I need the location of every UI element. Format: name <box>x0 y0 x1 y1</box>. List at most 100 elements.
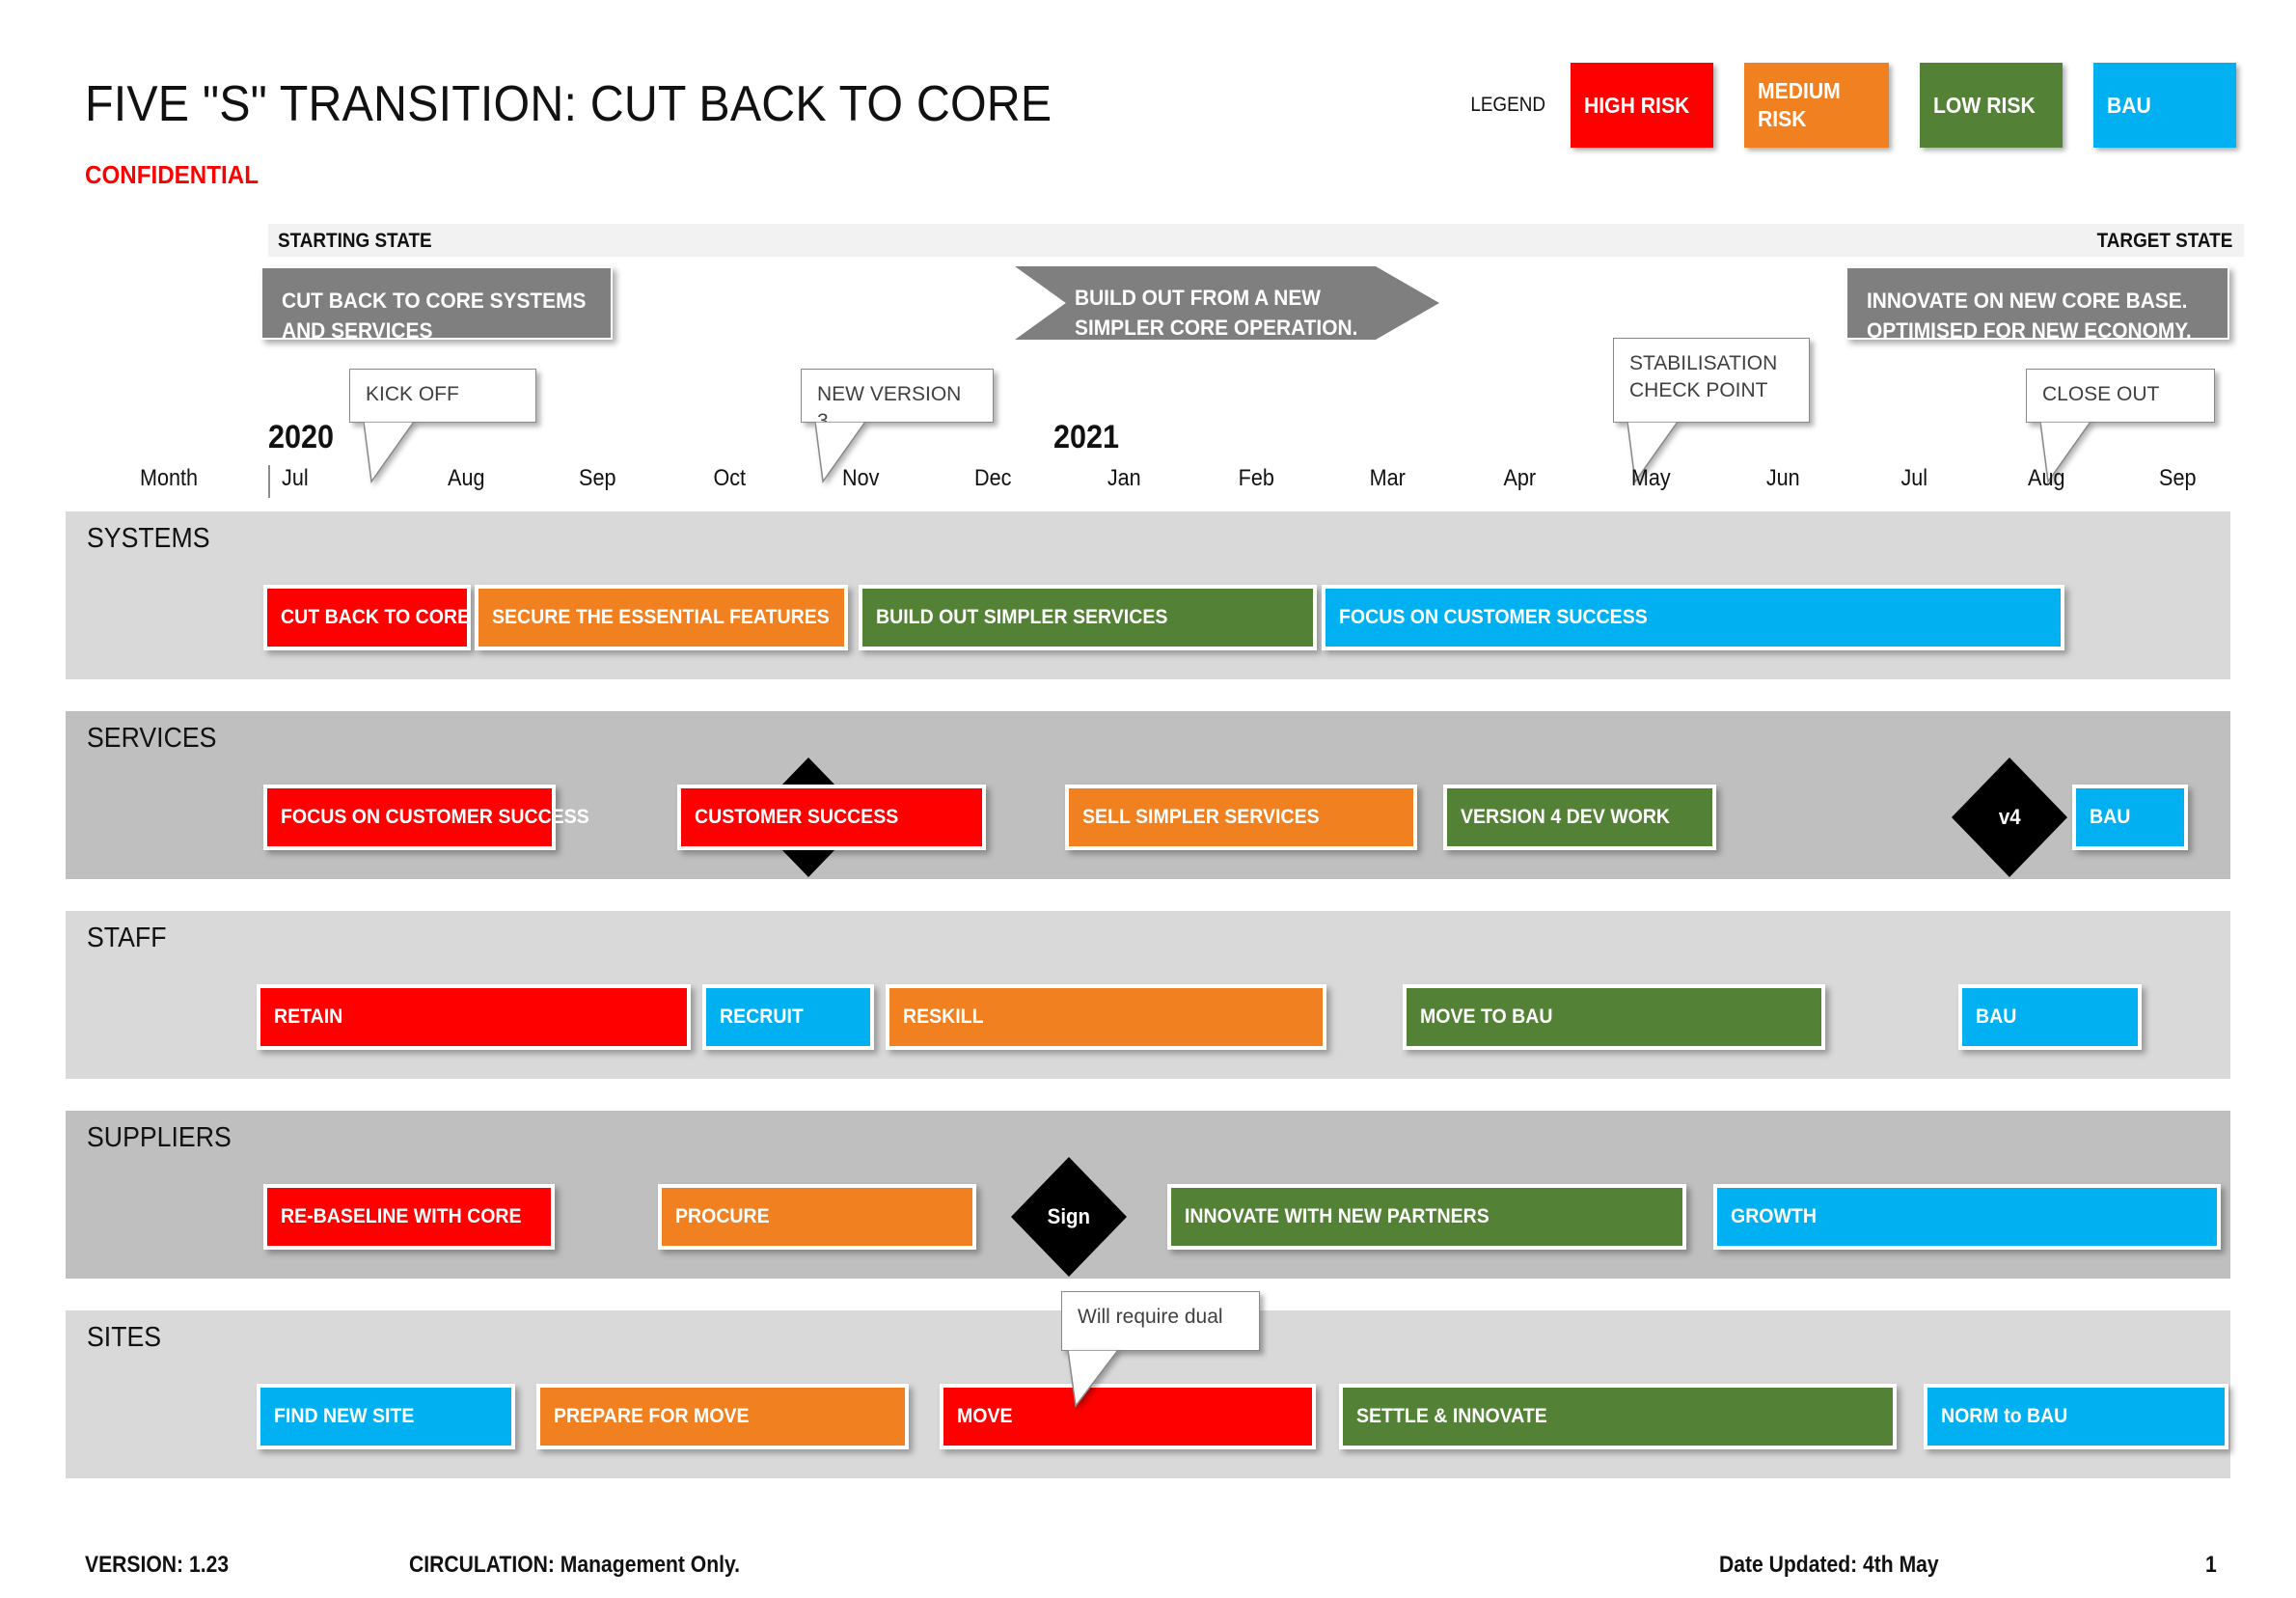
task-bar[interactable]: RE-BASELINE WITH CORE <box>263 1184 555 1250</box>
task-bar[interactable]: CUT BACK TO CORE <box>263 585 471 650</box>
axis-month-label: Sep <box>2159 465 2197 491</box>
axis-month-label: Aug <box>447 465 485 491</box>
legend-chip-label: BAU <box>2107 92 2152 118</box>
phase-line-2: OPTIMISED FOR NEW ECONOMY. <box>1867 318 2192 344</box>
milestone-diamond-sign[interactable]: Sign <box>1011 1157 1127 1277</box>
phase-box-innovate[interactable]: INNOVATE ON NEW CORE BASE. OPTIMISED FOR… <box>1845 266 2229 343</box>
task-bar[interactable]: BAU <box>1958 984 2142 1050</box>
phase-box-cut-back[interactable]: CUT BACK TO CORE SYSTEMS AND SERVICES <box>260 266 613 343</box>
swimlane-label: SUPPLIERS <box>87 1122 232 1153</box>
task-bar[interactable]: RETAIN <box>257 984 691 1050</box>
task-bar-label: MOVE <box>957 1405 1013 1427</box>
axis-row-label: Month <box>140 465 199 491</box>
task-bar-label: CUSTOMER SUCCESS <box>695 806 899 828</box>
legend-chip-bau[interactable]: BAU <box>2093 63 2237 148</box>
task-bar[interactable]: INNOVATE WITH NEW PARTNERS <box>1167 1184 1686 1250</box>
task-bar-label: RE-BASELINE WITH CORE <box>281 1205 522 1227</box>
legend-label: LEGEND <box>1470 94 1546 116</box>
task-bar[interactable]: CUSTOMER SUCCESS <box>677 785 986 850</box>
task-bar-label: VERSION 4 DEV WORK <box>1461 806 1671 828</box>
axis-month-label: Nov <box>842 465 880 491</box>
axis-month-label: Mar <box>1369 465 1407 491</box>
legend-chip-medium-risk[interactable]: MEDIUM RISK <box>1744 63 1890 148</box>
task-bar[interactable]: SELL SIMPLER SERVICES <box>1065 785 1417 850</box>
task-bar-label: CUT BACK TO CORE <box>281 606 471 628</box>
task-bar-label: SETTLE & INNOVATE <box>1356 1405 1547 1427</box>
swimlane-services: SERVICES FOCUS ON CUSTOMER SUCCESS v3 CU… <box>66 711 2230 879</box>
phase-line-1: CUT BACK TO CORE SYSTEMS <box>282 289 587 313</box>
state-band <box>268 224 2244 257</box>
swimlane-label: SERVICES <box>87 723 217 754</box>
callout-kick-off[interactable]: KICK OFF <box>349 369 536 483</box>
task-bar[interactable]: GROWTH <box>1713 1184 2221 1250</box>
confidentiality-label: CONFIDENTIAL <box>85 160 259 189</box>
axis-month-label: Feb <box>1238 465 1274 491</box>
footer-circulation: CIRCULATION: Management Only. <box>409 1552 741 1578</box>
task-bar-label: PROCURE <box>675 1205 770 1227</box>
axis-year-2020: 2020 <box>268 419 335 455</box>
task-bar-label: RETAIN <box>274 1006 343 1028</box>
legend-chip-label: LOW RISK <box>1933 92 2036 118</box>
legend-chip-high-risk[interactable]: HIGH RISK <box>1571 63 1714 148</box>
swimlane-label: STAFF <box>87 923 167 953</box>
legend-chip-low-risk[interactable]: LOW RISK <box>1920 63 2064 148</box>
task-bar-label: BAU <box>2090 806 2131 828</box>
callout-stabilisation-check-point[interactable]: STABILISATION CHECK POINT <box>1613 338 1810 483</box>
phase-arrow-build-out[interactable]: BUILD OUT FROM A NEW SIMPLER CORE OPERAT… <box>1015 266 1439 340</box>
swimlane-label: SITES <box>87 1322 162 1353</box>
callout-tail <box>1068 1350 1145 1412</box>
axis-year-2021: 2021 <box>1053 419 1120 455</box>
task-bar-label: PREPARE FOR MOVE <box>554 1405 750 1427</box>
swimlane-suppliers: SUPPLIERS RE-BASELINE WITH CORE PROCURE … <box>66 1111 2230 1279</box>
callout-line-1: Will require dual <box>1078 1306 1223 1328</box>
callout-line-1: CLOSE OUT <box>2042 383 2160 405</box>
task-bar[interactable]: NORM to BAU <box>1924 1384 2228 1449</box>
axis-month-label: Sep <box>579 465 616 491</box>
callout-line-1: STABILISATION <box>1629 352 1778 374</box>
task-bar[interactable]: FOCUS ON CUSTOMER SUCCESS <box>1322 585 2064 650</box>
swimlane-label: SYSTEMS <box>87 523 210 554</box>
axis-month-label: Jun <box>1765 465 1800 491</box>
task-bar[interactable]: FIND NEW SITE <box>257 1384 515 1449</box>
task-bar-label: RESKILL <box>903 1006 984 1028</box>
phase-line-1: INNOVATE ON NEW CORE BASE. <box>1867 289 2188 313</box>
page-title: FIVE "S" TRANSITION: CUT BACK TO CORE <box>85 76 1052 132</box>
axis-month-label: Jan <box>1107 465 1141 491</box>
phase-arrow-text: BUILD OUT FROM A NEW SIMPLER CORE OPERAT… <box>1075 283 1373 343</box>
task-bar[interactable]: RESKILL <box>886 984 1326 1050</box>
axis-month-label: Dec <box>973 465 1012 491</box>
task-bar-label: BAU <box>1976 1006 2017 1028</box>
milestone-diamond-v4[interactable]: v4 <box>1952 758 2067 877</box>
task-bar-label: FOCUS ON CUSTOMER SUCCESS <box>1339 606 1648 628</box>
milestone-label: v4 <box>1998 805 2021 829</box>
task-bar[interactable]: SETTLE & INNOVATE <box>1339 1384 1897 1449</box>
swimlane-systems: SYSTEMS CUT BACK TO CORE SECURE THE ESSE… <box>66 511 2230 679</box>
task-bar[interactable]: PROCURE <box>658 1184 976 1250</box>
task-bar[interactable]: SECURE THE ESSENTIAL FEATURES <box>475 585 848 650</box>
callout-will-require-dual[interactable]: Will require dual <box>1061 1291 1260 1408</box>
task-bar[interactable]: FOCUS ON CUSTOMER SUCCESS <box>263 785 589 850</box>
task-bar[interactable]: BUILD OUT SIMPLER SERVICES <box>859 585 1317 650</box>
phase-line-2: SIMPLER CORE OPERATION. <box>1075 316 1358 341</box>
legend-chip-label: HIGH RISK <box>1584 92 1690 118</box>
footer-date-updated: Date Updated: 4th May <box>1719 1552 1939 1578</box>
task-bar[interactable]: PREPARE FOR MOVE <box>536 1384 909 1449</box>
swimlane-staff: STAFF RETAIN RECRUIT RESKILL MOVE TO BAU… <box>66 911 2230 1079</box>
axis-month-label: Jul <box>1900 465 1928 491</box>
task-bar[interactable]: RECRUIT <box>702 984 874 1050</box>
task-bar[interactable]: MOVE TO BAU <box>1403 984 1825 1050</box>
task-bar-label: RECRUIT <box>720 1006 804 1028</box>
axis-month-label: Jul <box>282 465 309 491</box>
axis-month-label: May <box>1631 465 1671 491</box>
task-bar[interactable]: VERSION 4 DEV WORK <box>1443 785 1716 850</box>
task-bar-label: FOCUS ON CUSTOMER SUCCESS <box>281 806 589 828</box>
starting-state-label: STARTING STATE <box>278 230 432 252</box>
axis-month-label: Oct <box>713 465 746 491</box>
task-bar-label: BUILD OUT SIMPLER SERVICES <box>876 606 1168 628</box>
task-bar-label: MOVE TO BAU <box>1420 1006 1553 1028</box>
callout-new-version-3[interactable]: NEW VERSION 3 <box>801 369 994 483</box>
legend-chip-label: MEDIUM RISK <box>1758 78 1842 131</box>
callout-close-out[interactable]: CLOSE OUT <box>2026 369 2215 483</box>
task-bar[interactable]: BAU <box>2072 785 2188 850</box>
task-bar-label: GROWTH <box>1731 1205 1817 1227</box>
